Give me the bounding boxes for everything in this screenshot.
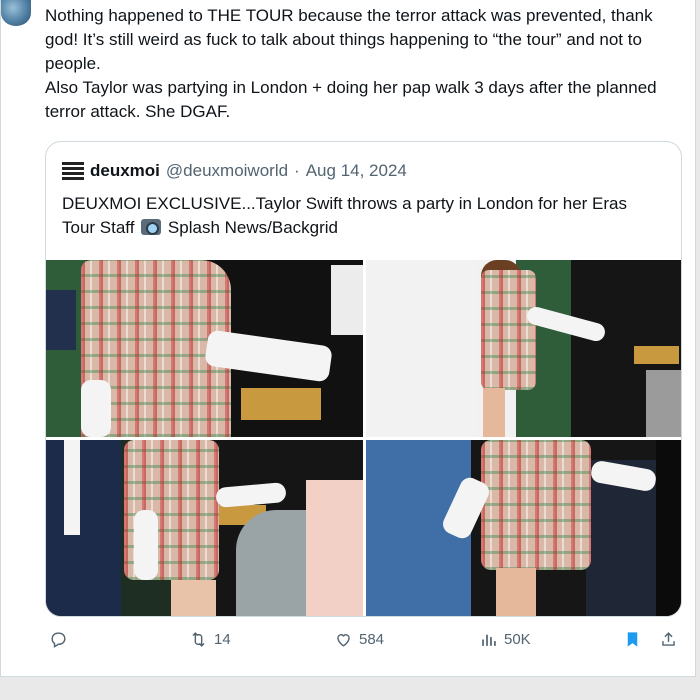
- bookmark-icon: [627, 632, 638, 647]
- quoted-author-handle[interactable]: @deuxmoiworld: [166, 161, 288, 181]
- views-button[interactable]: 50K: [479, 630, 531, 649]
- retweet-count: 14: [214, 631, 231, 648]
- quoted-tweet[interactable]: deuxmoi @deuxmoiworld · Aug 14, 2024 DEU…: [45, 141, 682, 617]
- author-avatar[interactable]: [1, 0, 31, 26]
- tweet-card: Nothing happened to THE TOUR because the…: [0, 0, 696, 677]
- views-count: 50K: [504, 631, 531, 648]
- reply-icon: [51, 632, 66, 648]
- tweet-actions: 14 584 50K: [1, 630, 697, 660]
- retweet-button[interactable]: 14: [189, 630, 231, 649]
- separator-dot: ·: [294, 161, 300, 180]
- views-icon: [482, 634, 496, 646]
- share-icon: [662, 632, 675, 646]
- tweet-paragraph-2: Also Taylor was partying in London + doi…: [45, 78, 657, 121]
- like-icon: [337, 634, 350, 647]
- media-photo-2[interactable]: [366, 260, 681, 437]
- quoted-author-name[interactable]: deuxmoi: [90, 161, 160, 181]
- retweet-icon: [192, 632, 205, 647]
- media-grid: [46, 260, 681, 616]
- quoted-text-credit: Splash News/Backgrid: [167, 218, 338, 237]
- quoted-author-avatar[interactable]: [62, 160, 84, 182]
- like-button[interactable]: 584: [334, 630, 384, 649]
- camera-icon: [141, 219, 162, 235]
- quoted-tweet-header: deuxmoi @deuxmoiworld · Aug 14, 2024: [62, 160, 407, 182]
- media-photo-3[interactable]: [46, 440, 363, 616]
- quoted-date[interactable]: Aug 14, 2024: [306, 161, 407, 181]
- bookmark-button[interactable]: [623, 630, 642, 649]
- tweet-paragraph-1: Nothing happened to THE TOUR because the…: [45, 6, 653, 73]
- reply-button[interactable]: [49, 630, 74, 649]
- media-photo-1[interactable]: [46, 260, 363, 437]
- tweet-text: Nothing happened to THE TOUR because the…: [45, 4, 685, 124]
- share-button[interactable]: [659, 630, 678, 649]
- quoted-tweet-text: DEUXMOI EXCLUSIVE...Taylor Swift throws …: [62, 192, 662, 240]
- media-photo-4[interactable]: [366, 440, 681, 616]
- like-count: 584: [359, 631, 385, 648]
